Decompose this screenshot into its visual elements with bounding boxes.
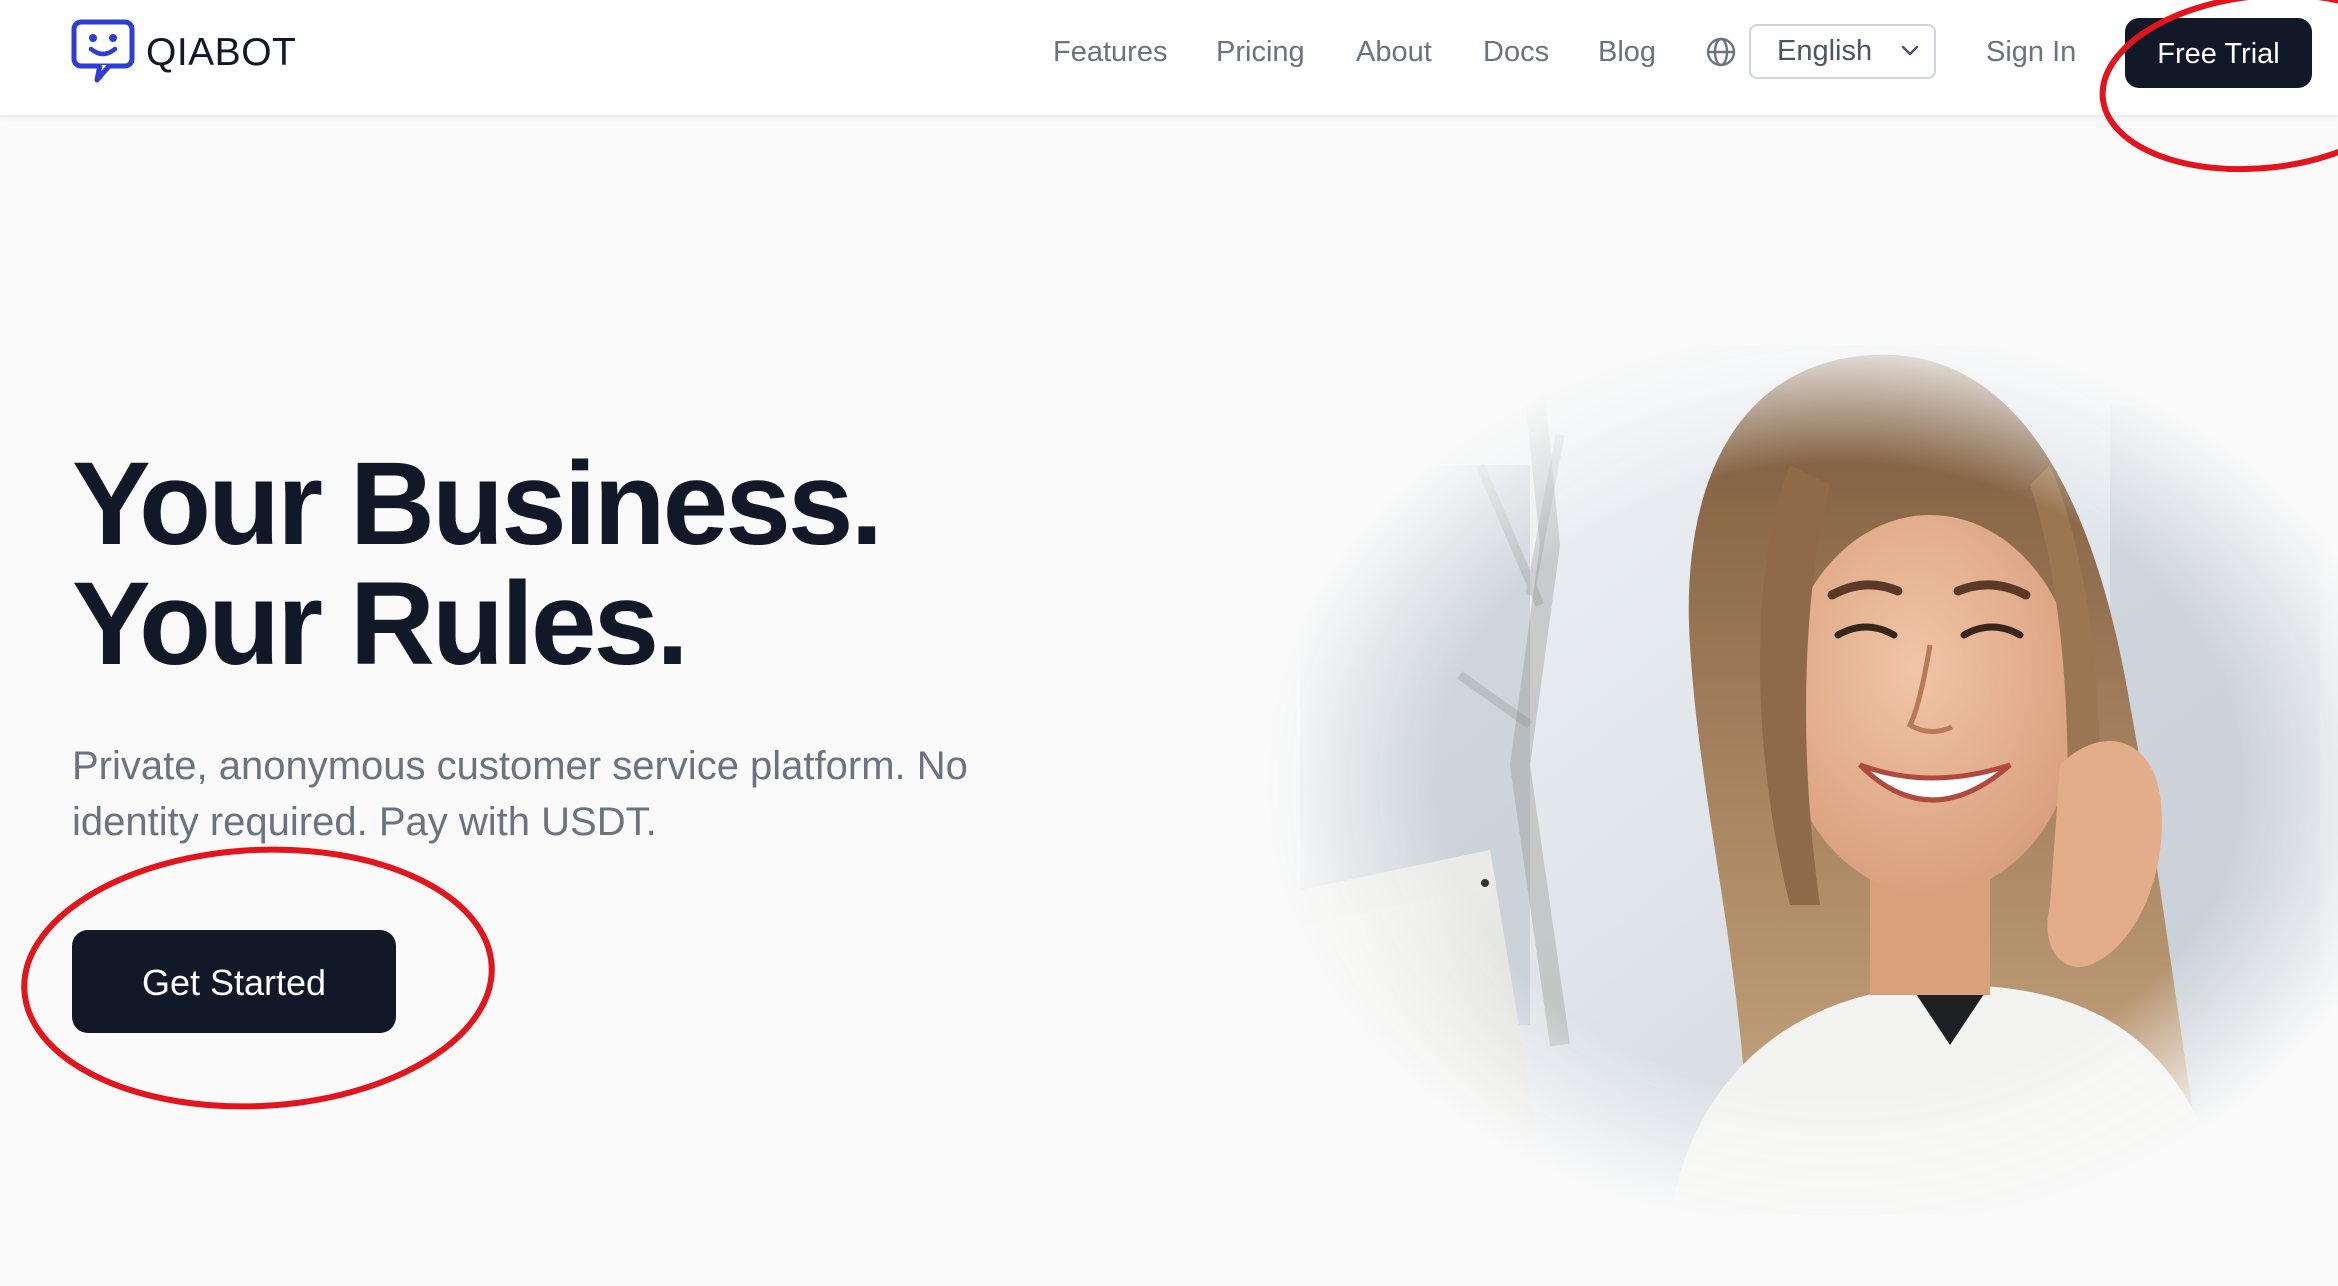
nav-pricing-link[interactable]: Pricing [1216,30,1305,74]
nav-features-link[interactable]: Features [1053,30,1167,74]
chat-bubble-smiley-icon [71,19,135,83]
site-header: QIABOT Features Pricing About Docs Blog … [0,0,2338,117]
hero-title-line-2: Your Rules. [72,558,689,690]
smiling-woman-on-phone-photo [1230,345,2338,1215]
nav-docs-link[interactable]: Docs [1483,30,1549,74]
free-trial-button[interactable]: Free Trial [2125,18,2312,88]
hero-image [1230,345,2338,1215]
sign-in-link[interactable]: Sign In [1986,30,2076,74]
hero-title: Your Business. Your Rules. [72,438,883,690]
brand-name: QIABOT [146,30,297,74]
hero-subtitle: Private, anonymous customer service plat… [72,744,968,844]
landing-page: QIABOT Features Pricing About Docs Blog … [0,0,2338,1286]
language-select-value: English [1777,35,1873,67]
chevron-down-icon [1901,45,1919,56]
nav-about-link[interactable]: About [1356,30,1432,74]
hero-title-line-1: Your Business. [72,438,883,570]
nav-blog-link[interactable]: Blog [1598,30,1656,74]
globe-icon [1706,37,1736,67]
language-select[interactable]: English [1749,24,1936,79]
get-started-button[interactable]: Get Started [72,930,396,1033]
brand-logo-link[interactable]: QIABOT [70,18,296,86]
